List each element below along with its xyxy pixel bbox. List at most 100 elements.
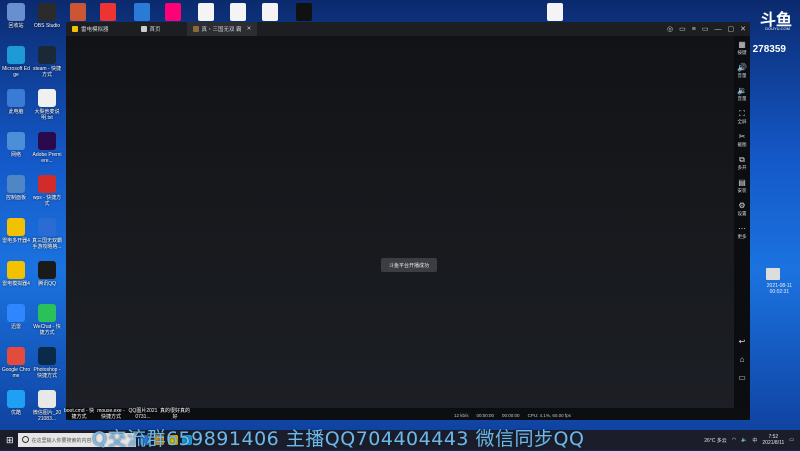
tab-game[interactable]: 真・三国无双 霸 ✕ [186,22,258,36]
sidebar-tool-icon: 🔉 [737,86,747,95]
desktop-icon[interactable]: WeChat - 快捷方式 [32,304,62,336]
top-file-icon-9[interactable] [547,3,563,21]
sidebar-tool-button[interactable]: ▦ 按键 [734,40,750,63]
desktop-icon[interactable]: 真的很好真的好 [160,408,190,420]
volume-icon[interactable]: 🔈 [741,437,747,443]
desktop-icon[interactable]: 雷电多开器4 [1,218,31,244]
app-icon [38,89,56,107]
app-icon [38,218,56,236]
notification-icon[interactable]: ▭ [789,437,794,443]
clock[interactable]: 7:52 2021/8/11 [762,434,784,446]
desktop-icon-label: mouse.exe - 快捷方式 [97,408,125,420]
sidebar-tool-label: 全屏 [737,119,747,124]
sidebar-tool-button[interactable]: ⧉ 多开 [734,155,750,178]
desktop-icon[interactable]: steam - 快捷方式 [32,46,62,78]
maximize-button[interactable]: ▢ [728,25,735,33]
sidebar-tool-icon: 🔊 [737,63,747,72]
desktop-icon[interactable]: OBS Studio [32,3,62,29]
desktop-icon[interactable]: 腾讯QQ [32,261,62,287]
desktop-icon[interactable]: Microsoft Edge [1,46,31,78]
back-icon[interactable]: ↩ [734,337,750,355]
minimize-button[interactable]: — [715,26,722,33]
desktop-icon-label: wps - 快捷方式 [32,195,62,207]
desktop-icon-label: 真的很好真的好 [160,408,191,420]
desktop-icon[interactable]: wps - 快捷方式 [32,175,62,207]
tab-close-icon[interactable]: ✕ [247,26,252,32]
recent-apps-icon[interactable]: ▭ [734,373,750,391]
desktop-icon-label: QQ图片20210731... [128,408,158,420]
desktop-icon[interactable]: mouse.exe - 快捷方式 [96,408,126,420]
top-file-icon-3[interactable] [134,3,150,21]
sidebar-tool-button[interactable]: 🔉 音量 [734,86,750,109]
home-icon[interactable]: ⌂ [734,355,750,373]
top-file-icon-8[interactable] [296,3,312,21]
tab-ldplayer[interactable]: 雷电模拟器 [66,22,115,36]
ime-icon[interactable]: 中 [752,437,757,444]
sidebar-tool-label: 多开 [737,165,747,170]
desktop-icon[interactable]: 大梨他麦说明.txt [32,89,62,121]
home-icon [140,26,147,32]
douyu-url: DOUYU.COM [765,26,790,31]
desktop-icon-label: 雷电模拟器4 [2,281,30,287]
sidebar-tool-button[interactable]: ▤ 安装 [734,178,750,201]
emulator-window: 雷电模拟器 首页 真・三国无双 霸 ✕ ◎ ▭ ≡ ▭ — ▢ ✕ 斗鱼平台开播… [66,22,750,420]
app-icon [38,347,56,365]
weather-text[interactable]: 26°C 多云 [704,437,727,444]
app-icon [7,218,25,236]
tab-home[interactable]: 首页 [135,22,167,36]
desktop-icon[interactable]: QQ图片20210731... [128,408,158,420]
sync-icon[interactable]: ◎ [667,25,673,33]
top-file-icon-2[interactable] [100,3,116,21]
screen-icon[interactable]: ▭ [702,25,709,33]
sidebar-tool-button[interactable]: 🔊 音量 [734,63,750,86]
desktop-icon[interactable]: 控制面板 [1,175,31,201]
desktop-icon-label: OBS Studio [33,23,61,29]
desktop-icon[interactable]: 微信图片_2021083... [32,390,62,422]
sidebar-tool-icon: ⋯ [738,224,746,233]
top-file-icon-5[interactable] [198,3,214,21]
sidebar-tool-button[interactable]: ⋯ 更多 [734,224,750,247]
sidebar-tool-button[interactable]: ⛶ 全屏 [734,109,750,132]
file-timestamp: 2021-08-11 00:02:31 [766,283,792,295]
emulator-screen[interactable]: 斗鱼平台开播成功 [66,36,734,408]
sidebar-tool-icon: ▦ [738,40,746,49]
desktop-icon[interactable]: 迅雷 [1,304,31,330]
top-file-icon-7[interactable] [262,3,278,21]
sidebar-tool-button[interactable]: ⚙ 设置 [734,201,750,224]
sidebar-tool-icon: ⚙ [738,201,746,210]
desktop-file-icon[interactable] [766,268,780,280]
desktop-icon[interactable]: Google Chrome [1,347,31,379]
sidebar-tool-label: 按键 [737,50,747,55]
sidebar-tool-label: 截图 [737,142,747,147]
desktop-icon[interactable]: 雷电模拟器4 [1,261,31,287]
tab-label: 首页 [149,27,161,33]
desktop-icon-label: 迅雷 [10,324,21,330]
top-file-icon-6[interactable] [230,3,246,21]
desktop-icon-label: boot.cmd - 快捷方式 [64,408,95,420]
desktop-icon[interactable]: 真三国无双霸手游攻略格... [32,218,62,250]
app-icon [38,390,56,408]
windows-start-icon[interactable]: ⊞ [6,435,14,446]
sidebar-tool-icon: ⛶ [739,109,745,118]
desktop-icon[interactable]: 优酷 [1,390,31,416]
sidebar-tool-button[interactable]: ✂ 截图 [734,132,750,155]
close-button[interactable]: ✕ [740,25,746,33]
desktop-icon[interactable]: Photoshop - 快捷方式 [32,347,62,379]
tab-label: 真・三国无双 霸 [201,27,242,33]
desktop-icon[interactable]: boot.cmd - 快捷方式 [64,408,94,420]
app-icon [38,261,56,279]
desktop-icon[interactable]: 回收站 [1,3,31,29]
system-tray: 26°C 多云 ◠ 🔈 中 7:52 2021/8/11 ▭ [704,430,794,450]
top-file-icon-1[interactable] [70,3,86,21]
desktop-icon[interactable]: 此电脑 [1,89,31,115]
keyboard-icon[interactable]: ▭ [679,25,686,33]
desktop-icon[interactable]: Adobe Premiere... [32,132,62,164]
top-file-icon-4[interactable] [165,3,181,21]
sidebar-tool-label: 安装 [737,188,747,193]
app-icon [7,390,25,408]
desktop-icon-label: Google Chrome [1,367,31,379]
menu-icon[interactable]: ≡ [692,26,696,33]
network-icon[interactable]: ◠ [732,437,736,443]
desktop-icon[interactable]: 网络 [1,132,31,158]
desktop-icon-label: Photoshop - 快捷方式 [33,367,61,379]
